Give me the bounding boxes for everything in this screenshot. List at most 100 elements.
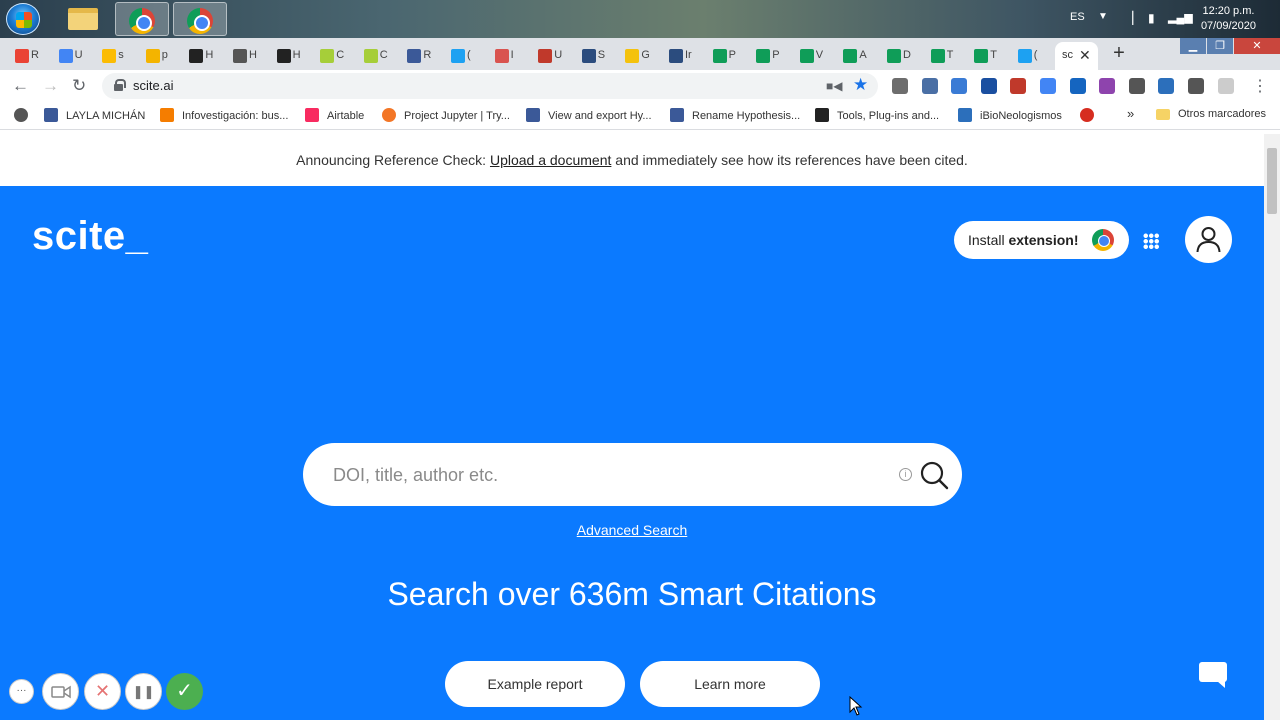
bookmark-item[interactable]: Tools, Plug-ins and... [815,108,939,124]
tab-8[interactable]: C [357,42,388,70]
language-indicator[interactable]: ES [1070,11,1085,23]
close-window-icon[interactable]: ✕ [1234,38,1280,54]
tab-10[interactable]: ( [444,42,475,70]
tab-0[interactable]: R [8,42,39,70]
clock[interactable]: 12:20 p.m. 07/09/2020 [1201,4,1256,34]
flag-tray-icon[interactable]: ▕ [1124,11,1133,25]
lock-icon[interactable] [114,79,126,91]
battery-icon[interactable]: ▮ [1148,11,1155,25]
restore-icon[interactable]: ❐ [1207,38,1233,54]
tab-label: R [423,49,432,61]
tab-label: S [597,49,606,61]
extension-icon[interactable] [1128,78,1145,94]
bookmark-item[interactable] [14,108,36,124]
browser-toolbar: ← → ↻ scite.ai ■◀ ★ ⋮ [0,70,1280,102]
extension-icon[interactable] [1010,78,1027,94]
forward-icon[interactable]: → [42,76,59,96]
extension-icon[interactable] [1099,78,1116,94]
bookmark-item[interactable]: Project Jupyter | Try... [382,108,510,124]
tab-21[interactable]: T [924,42,955,70]
url-text[interactable]: scite.ai [133,78,173,93]
start-button[interactable] [6,3,40,35]
tab-2[interactable]: s [95,42,126,70]
tab-5[interactable]: H [226,42,257,70]
bookmark-item[interactable]: Rename Hypothesis... [670,108,800,124]
tab-17[interactable]: P [749,42,780,70]
extension-icon[interactable] [1040,78,1056,94]
page-scrollbar[interactable] [1264,134,1280,720]
bookmark-item[interactable]: Airtable [305,108,364,124]
signal-icon[interactable]: ▂▄▆ [1168,11,1193,24]
apps-grid-icon[interactable] [1143,233,1159,249]
bookmark-item[interactable]: iBioNeologismos [958,108,1062,124]
chat-icon[interactable] [1199,662,1227,688]
other-bookmarks[interactable]: Otros marcadores [1156,108,1266,124]
tab-11[interactable]: I [488,42,519,70]
search-icon[interactable] [919,460,949,490]
address-bar[interactable]: scite.ai ■◀ ★ [102,73,878,99]
taskbar-explorer[interactable] [57,2,111,36]
new-tab-button[interactable]: + [1107,42,1131,66]
more-bookmarks-icon[interactable]: » [1127,106,1134,122]
tab-15[interactable]: Ir [662,42,693,70]
bookmark-item[interactable] [1080,108,1102,124]
close-tab-icon[interactable]: ✕ [1079,47,1091,64]
example-report-button[interactable]: Example report [445,661,625,707]
install-extension-button[interactable]: Install extension! [954,221,1129,259]
extension-icon[interactable] [951,78,968,94]
scite-logo[interactable]: scite_ [32,214,148,259]
tab-23[interactable]: ( [1011,42,1042,70]
bookmark-item[interactable]: View and export Hy... [526,108,652,124]
tab-label: G [641,49,650,61]
tab-20[interactable]: D [880,42,911,70]
advanced-search-link[interactable]: Advanced Search [577,522,688,538]
clock-time: 12:20 p.m. [1202,5,1255,17]
user-account-button[interactable] [1185,216,1232,263]
minimize-icon[interactable]: ▁ [1180,38,1206,54]
recorder-more-button[interactable]: ··· [9,679,34,704]
extension-icon[interactable] [921,78,938,94]
tab-18[interactable]: V [793,42,824,70]
recorder-camera-button[interactable] [42,673,79,710]
tray-expand-icon[interactable]: ▼ [1098,11,1108,22]
extension-icon[interactable] [1188,78,1204,94]
bookmark-star-icon[interactable]: ★ [853,75,868,95]
taskbar-chrome-2[interactable] [173,2,227,36]
extension-icon[interactable] [1069,78,1086,94]
tab-7[interactable]: C [313,42,344,70]
search-input[interactable] [333,461,893,489]
extension-icon[interactable] [892,78,908,94]
taskbar-chrome-1[interactable] [115,2,169,36]
tab-12[interactable]: U [531,42,562,70]
learn-more-button[interactable]: Learn more [640,661,820,707]
bookmark-item[interactable]: LAYLA MICHÁN [44,108,145,124]
menu-icon[interactable]: ⋮ [1252,76,1268,96]
tab-19[interactable]: A [836,42,867,70]
tab-14[interactable]: G [618,42,649,70]
info-icon[interactable]: i [899,468,912,481]
tab-4[interactable]: H [182,42,213,70]
reload-icon[interactable]: ↻ [72,76,86,96]
tab-13[interactable]: S [575,42,606,70]
orcid-icon [363,49,378,63]
bookmark-label: Rename Hypothesis... [692,110,801,122]
recorder-pause-button[interactable]: ❚❚ [125,673,162,710]
tab-22[interactable]: T [967,42,998,70]
tab-6[interactable]: H [270,42,301,70]
upload-document-link[interactable]: Upload a document [490,152,611,168]
extension-icon[interactable] [980,78,997,94]
tab-active[interactable]: sc ✕ [1055,42,1098,70]
recorder-done-button[interactable]: ✓ [166,673,203,710]
extension-icon[interactable] [1158,78,1175,94]
extension-icon[interactable] [1217,78,1234,94]
tab-3[interactable]: p [139,42,170,70]
tab-1[interactable]: U [52,42,83,70]
tab-9[interactable]: R [400,42,431,70]
recorder-cancel-button[interactable]: ✕ [84,673,121,710]
camera-icon[interactable]: ■◀ [826,79,842,93]
chrome-icon [1092,229,1114,251]
scrollbar-thumb[interactable] [1267,148,1277,214]
bookmark-item[interactable]: Infovestigación: bus... [160,108,288,124]
back-icon[interactable]: ← [12,76,29,96]
tab-16[interactable]: P [706,42,737,70]
